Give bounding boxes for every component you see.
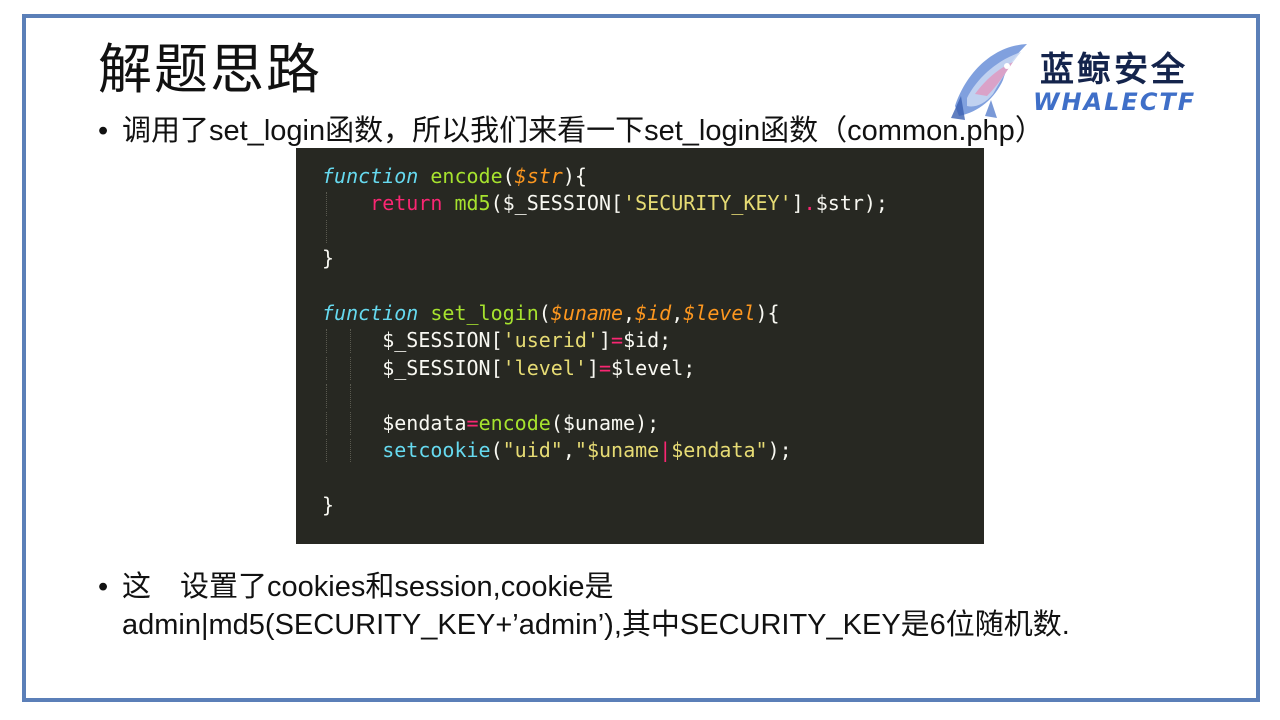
bullet-icon: • xyxy=(98,115,109,147)
bullet-icon: • xyxy=(98,571,109,603)
code-line: $_SESSION['level']=$level; xyxy=(322,355,984,382)
bullet-item: • 这 设置了cookies和session,cookie是 admin|md5(… xyxy=(98,568,1070,644)
bullet-text: 调用了set_login函数，所以我们来看一下set_login函数（commo… xyxy=(122,115,1044,147)
bullet-text-line1: 这 设置了cookies和session,cookie是 xyxy=(122,571,614,603)
bullet-item: • 调用了set_login函数，所以我们来看一下set_login函数（comm… xyxy=(98,112,1044,150)
code-screenshot: function encode($str){ return md5($_SESS… xyxy=(296,148,984,544)
slide-title: 解题思路 xyxy=(98,38,322,101)
bullet-text-line2: admin|md5(SECURITY_KEY+’admin’),其中SECURI… xyxy=(122,609,1070,641)
code-line: } xyxy=(322,492,335,517)
code-line: function encode($str){ xyxy=(322,164,587,188)
logo-chinese-text: 蓝鲸安全 xyxy=(1040,50,1188,90)
code-line xyxy=(322,218,984,245)
code-line: return md5($_SESSION['SECURITY_KEY'].$st… xyxy=(322,190,984,217)
code-line xyxy=(322,382,984,409)
logo-english-text: WHALECTF xyxy=(1033,88,1197,116)
code-line: } xyxy=(322,246,335,271)
code-line: $_SESSION['userid']=$id; xyxy=(322,327,984,354)
whale-logo-icon xyxy=(951,44,1027,120)
code-line: setcookie("uid","$uname|$endata"); xyxy=(322,437,984,464)
code-line: function set_login($uname,$id,$level){ xyxy=(322,300,780,325)
code-line: $endata=encode($uname); xyxy=(322,410,984,437)
whalectf-logo: 蓝鲸安全 WHALECTF xyxy=(945,36,1235,122)
